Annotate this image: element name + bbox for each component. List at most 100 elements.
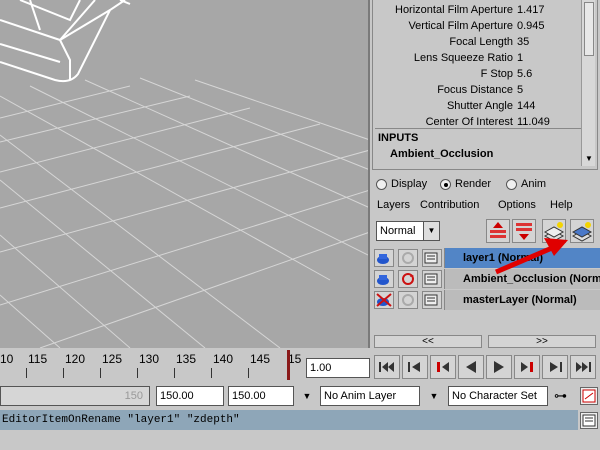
- layer-mode-radios: Display Render Anim: [372, 176, 600, 194]
- camera-attributes-panel: Horizontal Film Aperture 1.417 Vertical F…: [372, 0, 598, 170]
- move-layer-down-button[interactable]: [512, 219, 536, 243]
- anim-end-field[interactable]: 150.00: [228, 386, 294, 406]
- timeline-tick-label: 125: [102, 352, 123, 366]
- menu-contribution[interactable]: Contribution: [420, 199, 479, 211]
- timeline-tick: [137, 368, 138, 378]
- attr-value-field[interactable]: 35: [515, 34, 583, 50]
- new-layer-icon: [543, 222, 565, 242]
- character-set-select[interactable]: No Character Set: [448, 386, 548, 406]
- radio-anim[interactable]: Anim: [506, 178, 546, 190]
- radio-dot[interactable]: [440, 178, 451, 190]
- play-backward-button[interactable]: [458, 355, 484, 379]
- layer-row[interactable]: layer1 (Normal): [372, 248, 600, 268]
- radio-label: Render: [455, 178, 492, 190]
- current-time-marker[interactable]: [287, 350, 290, 380]
- attr-value-field[interactable]: 144: [515, 98, 583, 114]
- menu-help[interactable]: Help: [550, 199, 573, 211]
- timeline-tick-label: 130: [139, 352, 160, 366]
- perspective-viewport[interactable]: [0, 0, 370, 348]
- go-to-end-button[interactable]: [570, 355, 596, 379]
- step-back-key-icon: [408, 362, 420, 372]
- next-page-button[interactable]: >>: [488, 335, 596, 348]
- attr-value-field[interactable]: 1: [515, 50, 583, 66]
- scrollbar-thumb[interactable]: [584, 2, 594, 56]
- layer-name[interactable]: masterLayer (Normal): [444, 290, 600, 310]
- renderable-toggle[interactable]: [374, 249, 394, 267]
- attr-label: Focus Distance: [437, 84, 513, 96]
- step-back-frame-button[interactable]: [430, 355, 456, 379]
- inputs-section: INPUTS Ambient_Occlusion: [375, 128, 581, 164]
- current-frame-field[interactable]: 1.00: [306, 358, 370, 378]
- radio-display[interactable]: Display: [376, 178, 427, 190]
- layer-name[interactable]: Ambient_Occlusion (Normal): [444, 269, 600, 289]
- attr-label: Shutter Angle: [446, 100, 513, 112]
- recycle-toggle[interactable]: [398, 249, 418, 267]
- attr-scrollbar[interactable]: ▼: [581, 0, 595, 166]
- key-icon[interactable]: ⊶: [554, 388, 567, 404]
- help-line: [0, 432, 600, 450]
- attr-value-field[interactable]: 5: [515, 82, 583, 98]
- scroll-down-icon[interactable]: ▼: [585, 154, 593, 163]
- range-slider[interactable]: 150: [0, 386, 150, 406]
- anim-layer-select[interactable]: No Anim Layer: [320, 386, 420, 406]
- attr-row: F Stop 5.6: [373, 66, 583, 82]
- play-forward-button[interactable]: [486, 355, 512, 379]
- chevron-down-icon[interactable]: ▼: [297, 386, 317, 406]
- chevron-down-icon[interactable]: ▼: [423, 222, 439, 240]
- inputs-node-link[interactable]: Ambient_Occlusion: [390, 148, 493, 160]
- radio-label: Anim: [521, 178, 547, 190]
- recycle-icon: [402, 252, 414, 264]
- range-end-field[interactable]: 150.00: [156, 386, 224, 406]
- step-forward-key-button[interactable]: [542, 355, 568, 379]
- create-empty-layer-button[interactable]: [542, 219, 566, 243]
- timeline-tick-label: 120: [65, 352, 86, 366]
- attr-value-field[interactable]: 1.417: [515, 2, 583, 18]
- attr-value-field[interactable]: 0.945: [515, 18, 583, 34]
- layer-row[interactable]: masterLayer (Normal): [372, 290, 600, 310]
- layer-editor-menubar: Layers Contribution Options Help: [372, 197, 600, 215]
- step-back-key-button[interactable]: [402, 355, 428, 379]
- step-forward-frame-button[interactable]: [514, 355, 540, 379]
- radio-dot[interactable]: [506, 178, 517, 190]
- render-settings-button[interactable]: [422, 249, 442, 267]
- layer-nav-row: << >>: [372, 335, 600, 349]
- renderable-toggle[interactable]: [374, 291, 394, 309]
- attr-row: Focus Distance 5: [373, 82, 583, 98]
- blend-mode-select[interactable]: Normal ▼: [376, 221, 440, 241]
- render-settings-button[interactable]: [422, 291, 442, 309]
- prev-page-button[interactable]: <<: [374, 335, 482, 348]
- command-line-row: EditorItemOnRename "layer1" "zdepth": [0, 410, 600, 432]
- go-to-start-icon: [379, 362, 394, 372]
- time-slider[interactable]: 10 115 120 125 130 135 140 145 15: [0, 350, 305, 382]
- recycle-toggle[interactable]: [398, 291, 418, 309]
- recycle-toggle[interactable]: [398, 270, 418, 288]
- menu-options[interactable]: Options: [498, 199, 536, 211]
- layer-row[interactable]: Ambient_Occlusion (Normal): [372, 269, 600, 289]
- timeline-tick-label: 10: [0, 352, 14, 366]
- script-editor-button[interactable]: [580, 412, 598, 429]
- attr-label: Lens Squeeze Ratio: [413, 52, 513, 64]
- attr-row: Shutter Angle 144: [373, 98, 583, 114]
- timeline-tick: [26, 368, 27, 378]
- move-layer-up-button[interactable]: [486, 219, 510, 243]
- radio-render[interactable]: Render: [440, 178, 491, 190]
- step-back-frame-icon: [437, 362, 449, 372]
- render-settings-icon: [424, 273, 438, 285]
- timeline-tick-label: 140: [213, 352, 234, 366]
- command-output[interactable]: EditorItemOnRename "layer1" "zdepth": [0, 410, 578, 430]
- go-to-start-button[interactable]: [374, 355, 400, 379]
- step-forward-key-icon: [550, 362, 562, 372]
- render-disabled-icon: [376, 293, 392, 307]
- radio-dot[interactable]: [376, 178, 387, 190]
- attr-value-field[interactable]: 5.6: [515, 66, 583, 82]
- range-slider-row: 150 150.00 150.00 ▼ No Anim Layer ▼ No C…: [0, 383, 600, 409]
- menu-layers[interactable]: Layers: [377, 199, 410, 211]
- create-layer-from-selected-button[interactable]: [570, 219, 594, 243]
- timeline-tick: [174, 368, 175, 378]
- chevron-down-icon[interactable]: ▼: [424, 386, 444, 406]
- renderable-toggle[interactable]: [374, 270, 394, 288]
- preferences-button[interactable]: [580, 387, 598, 405]
- render-settings-button[interactable]: [422, 270, 442, 288]
- layer-name[interactable]: layer1 (Normal): [444, 248, 600, 268]
- viewport-grid: [0, 0, 368, 348]
